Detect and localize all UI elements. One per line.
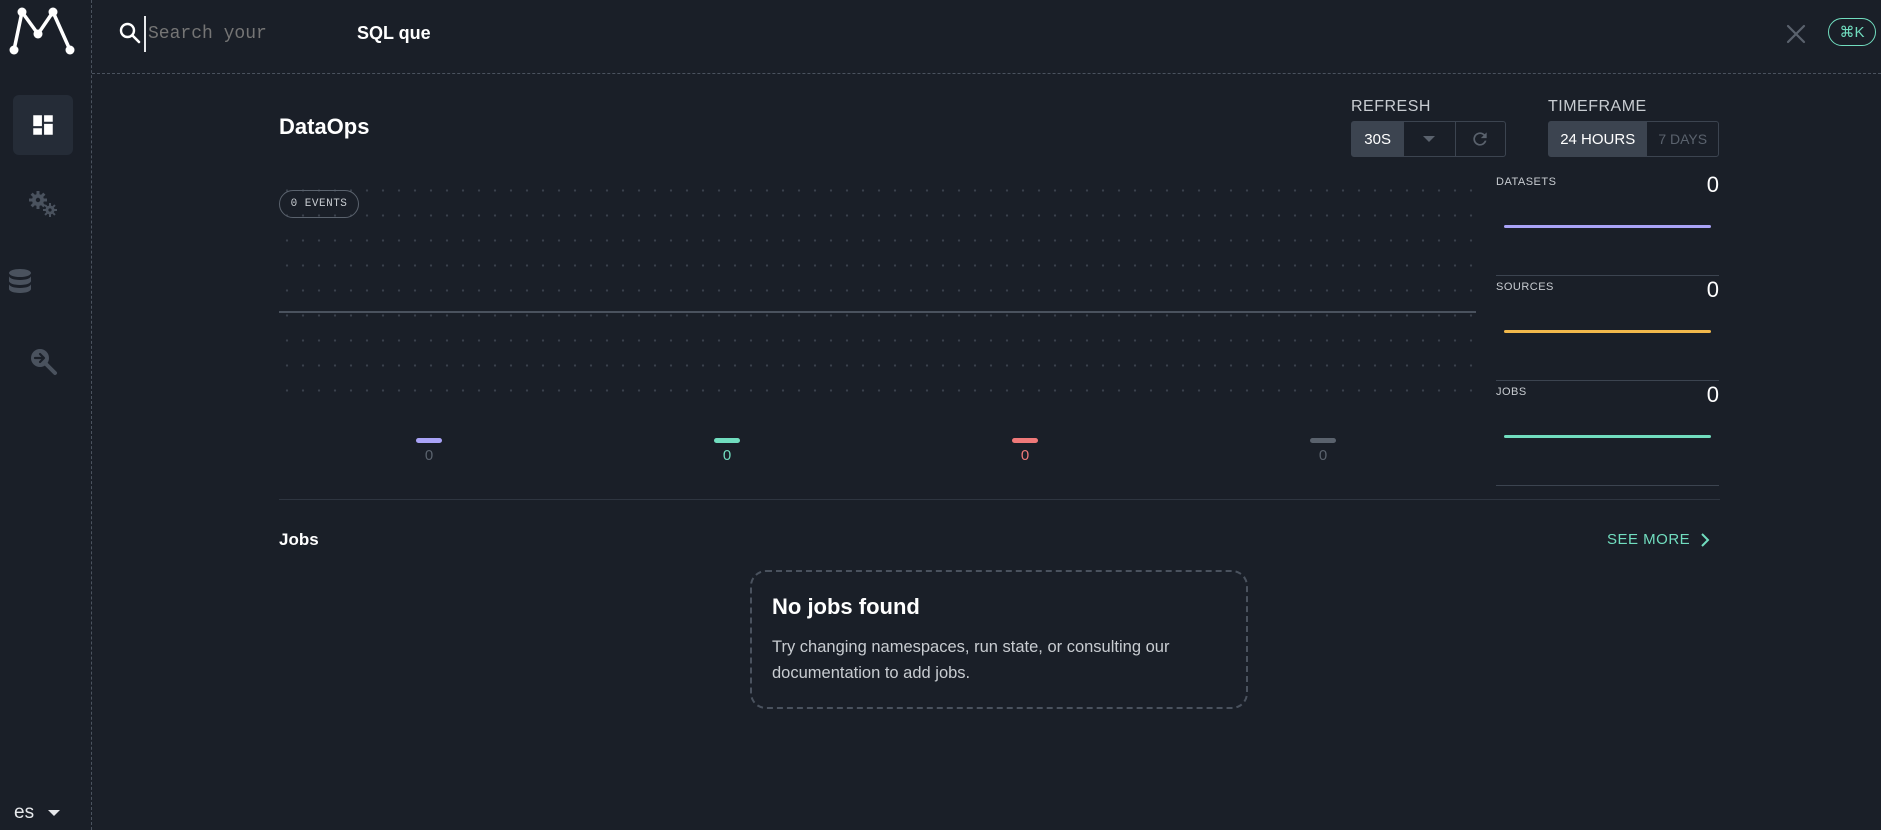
dashboard-icon — [33, 115, 53, 135]
stat-sparkline — [1504, 330, 1711, 333]
chevron-down-icon — [48, 810, 61, 816]
chart-baseline — [279, 311, 1476, 313]
nav-jobs[interactable] — [13, 174, 73, 234]
refresh-control: 30S — [1351, 121, 1506, 157]
stat-sources[interactable]: SOURCES 0 — [1496, 277, 1719, 381]
timeframe-control: 24 HOURS 7 DAYS — [1548, 121, 1719, 157]
stat-datasets[interactable]: DATASETS 0 — [1496, 172, 1719, 276]
legend-item: 0 — [1308, 438, 1338, 464]
stat-label: SOURCES — [1496, 281, 1554, 293]
stat-value: 0 — [1706, 172, 1719, 197]
refresh-dropdown-button[interactable] — [1404, 122, 1456, 156]
legend-value: 0 — [424, 447, 434, 464]
stat-sparkline — [1504, 435, 1711, 438]
timeframe-24h-button[interactable]: 24 HOURS — [1549, 122, 1648, 156]
empty-jobs-text: Try changing namespaces, run state, or c… — [772, 638, 1170, 682]
sidebar: es — [0, 0, 92, 830]
nav-dashboard[interactable] — [13, 95, 73, 155]
events-chart-grid — [279, 178, 1476, 409]
timeframe-7d-button[interactable]: 7 DAYS — [1647, 122, 1718, 156]
close-icon[interactable] — [1784, 22, 1808, 46]
stat-sparkline — [1504, 225, 1711, 228]
refresh-icon — [1473, 132, 1487, 146]
legend-swatch — [416, 438, 442, 443]
nav-datasets[interactable] — [0, 252, 50, 312]
legend-swatch — [1310, 438, 1336, 443]
keyboard-shortcut-badge: ⌘K — [1828, 18, 1876, 46]
refresh-interval-button[interactable]: 30S — [1352, 122, 1405, 156]
stat-jobs[interactable]: JOBS 0 — [1496, 382, 1719, 486]
empty-jobs-title: No jobs found — [772, 594, 920, 619]
stat-label: JOBS — [1496, 386, 1527, 398]
see-more-link[interactable]: SEE MORE — [1607, 531, 1710, 548]
events-count-badge: 0 EVENTS — [279, 190, 359, 218]
refresh-label: REFRESH — [1351, 98, 1431, 115]
chevron-down-icon — [1423, 136, 1436, 142]
search-icon — [119, 22, 141, 44]
marquez-logo[interactable] — [8, 4, 78, 56]
refresh-now-button[interactable] — [1456, 122, 1505, 156]
legend-item: 0 — [712, 438, 742, 464]
empty-jobs-card: No jobs found Try changing namespaces, r… — [750, 570, 1248, 709]
legend-item: 0 — [414, 438, 444, 464]
chevron-right-icon — [1701, 532, 1710, 547]
gears-icon — [29, 191, 57, 217]
legend-item: 0 — [1010, 438, 1040, 464]
top-bar: SQL que ⌘K — [92, 0, 1881, 74]
jobs-section-title: Jobs — [279, 530, 319, 549]
nav-lineage[interactable] — [13, 331, 73, 391]
search-query-text: SQL que — [357, 23, 431, 43]
stat-label: DATASETS — [1496, 176, 1557, 188]
language-select[interactable]: es — [14, 802, 61, 824]
legend-value: 0 — [722, 447, 732, 464]
legend-swatch — [1012, 438, 1038, 443]
page-title: DataOps — [279, 114, 370, 139]
timeframe-label: TIMEFRAME — [1548, 98, 1647, 115]
legend-value: 0 — [1318, 447, 1328, 464]
see-more-label: SEE MORE — [1607, 531, 1691, 548]
stat-value: 0 — [1706, 277, 1719, 302]
stat-value: 0 — [1706, 382, 1719, 407]
section-divider — [279, 499, 1720, 500]
search-arrow-icon — [31, 349, 57, 375]
legend-swatch — [714, 438, 740, 443]
language-value: es — [14, 802, 35, 823]
database-icon — [9, 269, 31, 293]
legend-value: 0 — [1020, 447, 1030, 464]
search-input[interactable] — [144, 16, 750, 52]
